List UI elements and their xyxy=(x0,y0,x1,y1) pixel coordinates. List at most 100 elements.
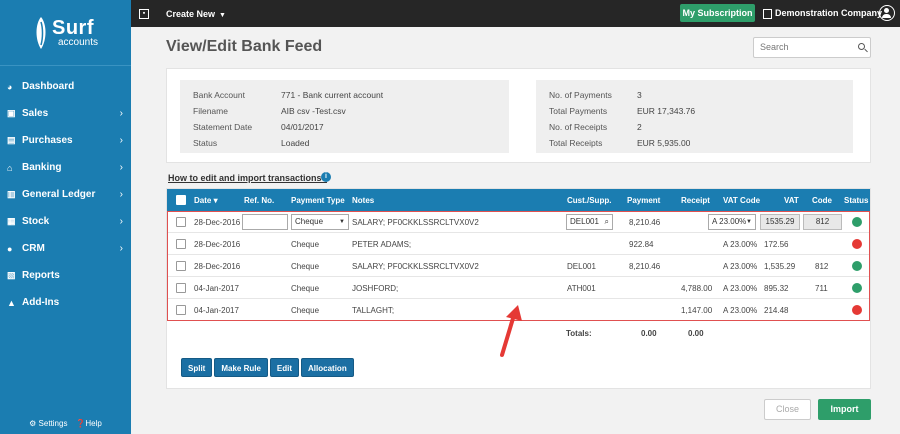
help-transactions-link[interactable]: How to edit and import transactions? xyxy=(168,173,327,183)
row-checkbox[interactable] xyxy=(176,305,186,315)
search-icon[interactable]: ⌕ xyxy=(605,215,609,229)
dashboard-icon: ◕ xyxy=(7,81,13,92)
brand-name: Surf xyxy=(51,16,94,39)
search-icon[interactable] xyxy=(858,43,865,50)
totals-receipt: 0.00 xyxy=(688,329,704,338)
sidebar-item-sales[interactable]: ▣ Sales › xyxy=(0,100,131,127)
import-button[interactable]: Import xyxy=(818,399,871,420)
user-avatar-icon[interactable] xyxy=(879,5,895,21)
chevron-right-icon: › xyxy=(119,216,123,227)
cell-notes: TALLAGHT; xyxy=(352,306,395,315)
summary-row: Filename AIB csv -Test.csv xyxy=(193,103,509,119)
cell-date: 28-Dec-2016 xyxy=(194,218,241,227)
summary-row: Total Receipts EUR 5,935.00 xyxy=(549,135,853,151)
header-date[interactable]: Date ▾ xyxy=(194,196,218,205)
sidebar-item-label: Reports xyxy=(22,270,60,281)
row-checkbox[interactable] xyxy=(176,283,186,293)
split-button[interactable]: Split xyxy=(181,358,213,377)
table-row[interactable]: 28-Dec-2016 Cheque PETER ADAMS; 922.84 A 23.… xyxy=(167,233,870,255)
ref-input[interactable] xyxy=(242,214,288,230)
summary-label: No. of Payments xyxy=(549,90,612,100)
table-row[interactable]: 28-Dec-2016 Cheque SALARY; PF0CKKLSSRCLTVX… xyxy=(167,255,870,277)
row-checkbox[interactable] xyxy=(176,217,186,227)
close-button[interactable]: Close xyxy=(764,399,811,420)
cell-date: 04-Jan-2017 xyxy=(194,284,239,293)
status-indicator xyxy=(852,305,862,315)
company-name: Demonstration Company xyxy=(775,8,883,18)
settings-link[interactable]: ⚙ Settings xyxy=(29,419,67,428)
cell-date: 28-Dec-2016 xyxy=(194,262,241,271)
sidebar-item-label: Stock xyxy=(22,216,50,227)
cell-notes: SALARY; PF0CKKLSSRCLTVX0V2 xyxy=(352,218,479,227)
info-icon[interactable]: i xyxy=(321,172,331,182)
table-row[interactable]: 04-Jan-2017 Cheque JOSHFORD; ATH001 4,788.00… xyxy=(167,277,870,299)
cell-receipt: 4,788.00 xyxy=(681,284,713,293)
help-link-footer[interactable]: ❓Help xyxy=(75,419,101,428)
search-input[interactable]: Search xyxy=(753,37,871,58)
ledger-icon: ▥ xyxy=(7,189,16,199)
cell-vat-code: A 23.00% xyxy=(723,306,758,315)
crm-icon: ● xyxy=(7,243,13,254)
table-row[interactable]: 04-Jan-2017 Cheque TALLAGHT; 1,147.00 A 23.0… xyxy=(167,299,870,321)
table-row[interactable]: 28-Dec-2016 Cheque ▼ SALARY; PF0CKKLSSRCLTV… xyxy=(167,211,870,233)
menu-toggle-icon[interactable]: ▪ xyxy=(139,8,149,19)
cell-date: 28-Dec-2016 xyxy=(194,240,241,249)
sidebar-item-crm[interactable]: ● CRM › xyxy=(0,235,131,262)
row-checkbox[interactable] xyxy=(176,239,186,249)
chevron-down-icon: ▼ xyxy=(219,11,226,19)
chevron-down-icon: ▼ xyxy=(339,219,345,225)
summary-row: Bank Account 771 - Bank current account xyxy=(193,87,509,103)
my-subscription-button[interactable]: My Subscription xyxy=(680,4,755,22)
select-all-checkbox[interactable] xyxy=(176,195,186,205)
status-indicator xyxy=(852,239,862,249)
cell-payment: 8,210.46 xyxy=(629,262,661,271)
chevron-right-icon: › xyxy=(119,162,123,173)
totals-info: No. of Payments 3 Total Payments EUR 17,343… xyxy=(536,80,853,153)
cell-code: 711 xyxy=(815,284,828,293)
company-selector[interactable]: Demonstration Company xyxy=(763,0,882,27)
payment-type-select[interactable]: Cheque ▼ xyxy=(291,214,349,230)
summary-value: EUR 5,935.00 xyxy=(637,138,691,148)
summary-row: No. of Payments 3 xyxy=(549,87,853,103)
reports-icon: ▧ xyxy=(7,270,16,280)
gear-icon: ⚙ xyxy=(29,419,37,428)
sidebar-item-reports[interactable]: ▧ Reports xyxy=(0,262,131,289)
summary-value: 2 xyxy=(637,122,642,132)
sidebar-item-purchases[interactable]: ▤ Purchases › xyxy=(0,127,131,154)
create-new-menu[interactable]: Create New ▼ xyxy=(166,9,226,19)
edit-button[interactable]: Edit xyxy=(269,358,300,377)
summary-row: Total Payments EUR 17,343.76 xyxy=(549,103,853,119)
header-cust: Cust./Supp. xyxy=(567,196,612,205)
sidebar-item-general-ledger[interactable]: ▥ General Ledger › xyxy=(0,181,131,208)
sidebar: Surf accounts ◕ Dashboard ▣ Sales › ▤ Purchase… xyxy=(0,0,131,434)
summary-row: Statement Date 04/01/2017 xyxy=(193,119,509,135)
sales-icon: ▣ xyxy=(7,108,16,118)
code-input[interactable]: 812 xyxy=(803,214,842,230)
vat-input[interactable]: 1535.29 xyxy=(760,214,800,230)
vat-code-value: A 23.00% xyxy=(712,217,747,226)
header-vat: VAT xyxy=(784,196,799,205)
header-notes: Notes xyxy=(352,196,375,205)
sidebar-item-banking[interactable]: ⌂ Banking › xyxy=(0,154,131,181)
cell-notes: PETER ADAMS; xyxy=(352,240,412,249)
cust-supp-input[interactable]: DEL001 ⌕ xyxy=(566,214,613,230)
sidebar-item-dashboard[interactable]: ◕ Dashboard xyxy=(0,73,131,100)
allocation-button[interactable]: Allocation xyxy=(301,358,354,377)
status-indicator xyxy=(852,217,862,227)
sidebar-item-add-ins[interactable]: ▲ Add-Ins xyxy=(0,289,131,316)
status-indicator xyxy=(852,261,862,271)
vat-code-select[interactable]: A 23.00% ▼ xyxy=(708,214,756,230)
sidebar-item-stock[interactable]: ▦ Stock › xyxy=(0,208,131,235)
row-checkbox[interactable] xyxy=(176,261,186,271)
help-icon: ❓ xyxy=(75,419,86,428)
chevron-right-icon: › xyxy=(119,135,123,146)
purchases-icon: ▤ xyxy=(7,135,16,145)
summary-label: Statement Date xyxy=(193,122,253,132)
logo[interactable]: Surf accounts xyxy=(0,0,131,66)
summary-label: No. of Receipts xyxy=(549,122,608,132)
summary-value: 3 xyxy=(637,90,642,100)
cell-cust: ATH001 xyxy=(567,284,596,293)
summary-value: 771 - Bank current account xyxy=(281,90,384,100)
create-new-label: Create New xyxy=(166,8,216,19)
make-rule-button[interactable]: Make Rule xyxy=(214,358,268,377)
